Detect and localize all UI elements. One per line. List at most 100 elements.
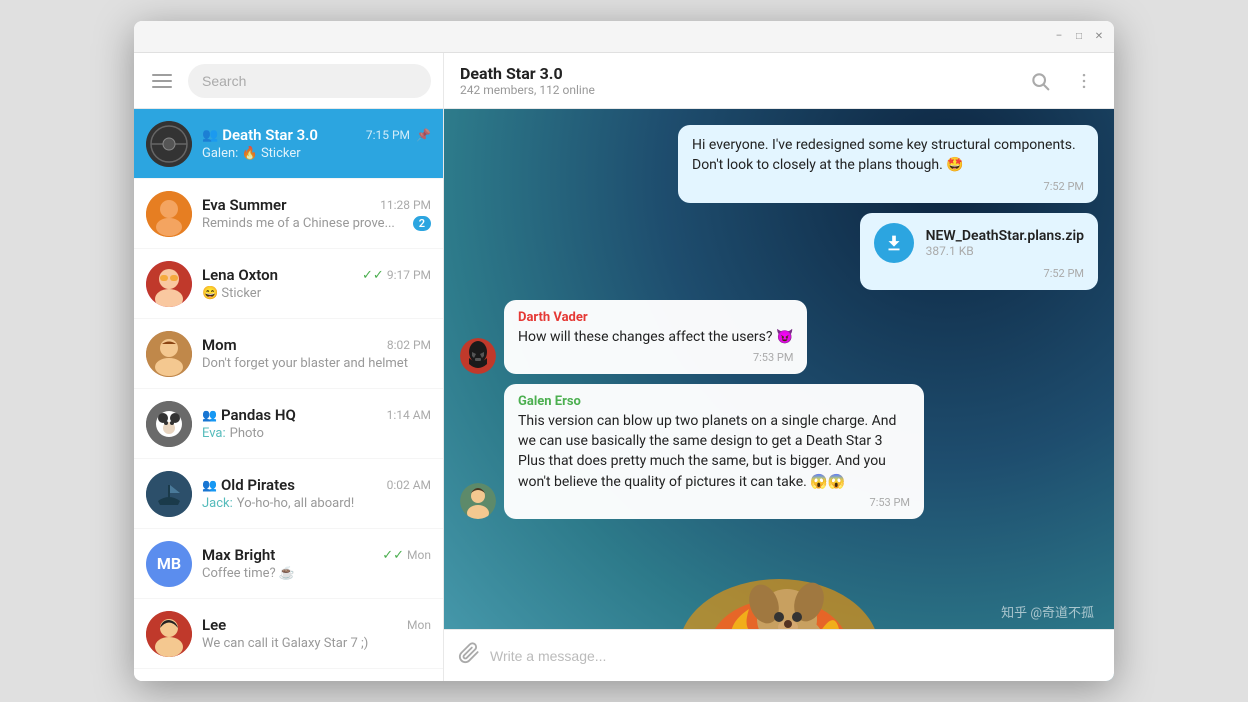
- avatar: [146, 611, 192, 657]
- chat-header: Death Star 3.0 242 members, 112 online: [444, 53, 1114, 109]
- file-info: NEW_DeathStar.plans.zip 387.1 KB: [926, 228, 1084, 258]
- chat-header-actions: [1026, 67, 1098, 95]
- avatar: [146, 401, 192, 447]
- chat-name: Max Bright: [202, 546, 275, 564]
- chat-item-lee[interactable]: Lee Mon We can call it Galaxy Star 7 ;): [134, 599, 443, 669]
- file-bubble: NEW_DeathStar.plans.zip 387.1 KB: [874, 223, 1084, 263]
- message-text: This version can blow up two planets on …: [518, 411, 910, 492]
- chat-name-row: Mom 8:02 PM: [202, 336, 431, 354]
- chat-preview: Jack: Yo-ho-ho, all aboard!: [202, 496, 431, 511]
- message-time: 7:53 PM: [518, 496, 910, 509]
- minimize-button[interactable]: –: [1052, 30, 1066, 44]
- chat-item-death-star[interactable]: 👥 Death Star 3.0 7:15 PM 📌 Galen: 🔥 Stic…: [134, 109, 443, 179]
- chat-item-old-pirates[interactable]: 👥 Old Pirates 0:02 AM Jack: Yo-ho-ho, al…: [134, 459, 443, 529]
- message-time: 7:52 PM: [692, 180, 1084, 193]
- hamburger-button[interactable]: [146, 65, 178, 97]
- message-row: Galen Erso This version can blow up two …: [460, 384, 1098, 519]
- input-area: [444, 629, 1114, 681]
- chat-preview: We can call it Galaxy Star 7 ;): [202, 636, 431, 651]
- title-bar: – □ ✕: [134, 21, 1114, 53]
- chat-preview: Coffee time? ☕: [202, 566, 431, 581]
- chat-name-row: 👥 Pandas HQ 1:14 AM: [202, 406, 431, 424]
- chat-name-row: Lena Oxton ✓✓ 9:17 PM: [202, 266, 431, 284]
- message-time: 7:52 PM: [874, 267, 1084, 280]
- sidebar-header: [134, 53, 443, 109]
- hamburger-line: [152, 86, 172, 88]
- message-row: Hi everyone. I've redesigned some key st…: [460, 125, 1098, 203]
- chat-name: Lee: [202, 616, 226, 634]
- message-row: NEW_DeathStar.plans.zip 387.1 KB 7:52 PM: [460, 213, 1098, 290]
- chat-preview: Galen: 🔥 Sticker: [202, 146, 431, 161]
- download-icon[interactable]: [874, 223, 914, 263]
- chat-preview: Eva: Photo: [202, 426, 431, 441]
- watermark: 知乎 @奇道不孤: [1001, 602, 1094, 621]
- message-input[interactable]: [490, 648, 1100, 664]
- chat-name-row: 👥 Death Star 3.0 7:15 PM 📌: [202, 126, 431, 144]
- avatar: [146, 191, 192, 237]
- group-icon: 👥: [202, 128, 218, 143]
- chat-area: Death Star 3.0 242 members, 112 online: [444, 53, 1114, 681]
- chat-name-row: Eva Summer 11:28 PM: [202, 196, 431, 214]
- message-time: 7:53 PM: [518, 351, 793, 364]
- message-sender: Darth Vader: [518, 310, 793, 325]
- avatar: [146, 681, 192, 682]
- pin-icon: 📌: [416, 128, 431, 142]
- hamburger-line: [152, 74, 172, 76]
- chat-header-info: Death Star 3.0 242 members, 112 online: [460, 64, 595, 97]
- chat-name: Eva Summer: [202, 196, 287, 214]
- sidebar: 👥 Death Star 3.0 7:15 PM 📌 Galen: 🔥 Stic…: [134, 53, 444, 681]
- message-text: Hi everyone. I've redesigned some key st…: [692, 135, 1084, 176]
- message-avatar: [460, 338, 496, 374]
- message-bubble: Galen Erso This version can blow up two …: [504, 384, 924, 519]
- chat-info: 👥 Pandas HQ 1:14 AM Eva: Photo: [202, 406, 431, 441]
- chat-name: 👥 Old Pirates: [202, 476, 295, 494]
- chat-item-max-bright[interactable]: MB Max Bright ✓✓ Mon: [134, 529, 443, 599]
- avatar: [146, 261, 192, 307]
- group-icon: 👥: [202, 408, 217, 422]
- chat-info: 👥 Death Star 3.0 7:15 PM 📌 Galen: 🔥 Stic…: [202, 126, 431, 161]
- search-box[interactable]: [188, 64, 431, 98]
- search-input[interactable]: [202, 73, 417, 89]
- avatar: [146, 121, 192, 167]
- attach-button[interactable]: [458, 642, 480, 670]
- more-options-button[interactable]: [1070, 67, 1098, 95]
- main-layout: 👥 Death Star 3.0 7:15 PM 📌 Galen: 🔥 Stic…: [134, 53, 1114, 681]
- chat-name: Mom: [202, 336, 237, 354]
- chat-info: 👥 Old Pirates 0:02 AM Jack: Yo-ho-ho, al…: [202, 476, 431, 511]
- unread-badge: 2: [413, 216, 431, 231]
- file-name: NEW_DeathStar.plans.zip: [926, 228, 1084, 244]
- double-checkmark: ✓✓: [362, 268, 384, 283]
- chat-name: 👥 Pandas HQ: [202, 406, 296, 424]
- message-sender: Galen Erso: [518, 394, 910, 409]
- sticker-image: ★: [639, 529, 919, 629]
- message-row: Darth Vader How will these changes affec…: [460, 300, 1098, 374]
- search-button[interactable]: [1026, 67, 1054, 95]
- hamburger-line: [152, 80, 172, 82]
- maximize-button[interactable]: □: [1072, 30, 1086, 44]
- chat-title: Death Star 3.0: [460, 64, 595, 83]
- avatar: MB: [146, 541, 192, 587]
- chat-subtitle: 242 members, 112 online: [460, 83, 595, 97]
- chat-item-eva-summer[interactable]: Eva Summer 11:28 PM Reminds me of a Chin…: [134, 179, 443, 249]
- chat-name-row: Max Bright ✓✓ Mon: [202, 546, 431, 564]
- message-bubble: Hi everyone. I've redesigned some key st…: [678, 125, 1098, 203]
- group-icon: 👥: [202, 478, 217, 492]
- app-window: – □ ✕: [134, 21, 1114, 681]
- chat-info: Max Bright ✓✓ Mon Coffee time? ☕: [202, 546, 431, 581]
- chat-name-row: Lee Mon: [202, 616, 431, 634]
- avatar: [146, 331, 192, 377]
- chat-item-pandas-hq[interactable]: 👥 Pandas HQ 1:14 AM Eva: Photo: [134, 389, 443, 459]
- messages-area: Hi everyone. I've redesigned some key st…: [444, 109, 1114, 629]
- chat-info: Lena Oxton ✓✓ 9:17 PM 😄 Sticker: [202, 266, 431, 301]
- message-bubble: Darth Vader How will these changes affec…: [504, 300, 807, 374]
- chat-info: Mom 8:02 PM Don't forget your blaster an…: [202, 336, 431, 371]
- chat-item-alexandra[interactable]: Alexandra Z Mon Workout_Shedule.pdf: [134, 669, 443, 681]
- chat-item-lena-oxton[interactable]: Lena Oxton ✓✓ 9:17 PM 😄 Sticker: [134, 249, 443, 319]
- chat-item-mom[interactable]: Mom 8:02 PM Don't forget your blaster an…: [134, 319, 443, 389]
- chat-preview: 😄 Sticker: [202, 286, 431, 301]
- close-button[interactable]: ✕: [1092, 30, 1106, 44]
- chat-name: 👥 Death Star 3.0: [202, 126, 318, 144]
- chat-preview: Don't forget your blaster and helmet: [202, 356, 431, 371]
- chat-info: Eva Summer 11:28 PM Reminds me of a Chin…: [202, 196, 431, 231]
- message-avatar: [460, 483, 496, 519]
